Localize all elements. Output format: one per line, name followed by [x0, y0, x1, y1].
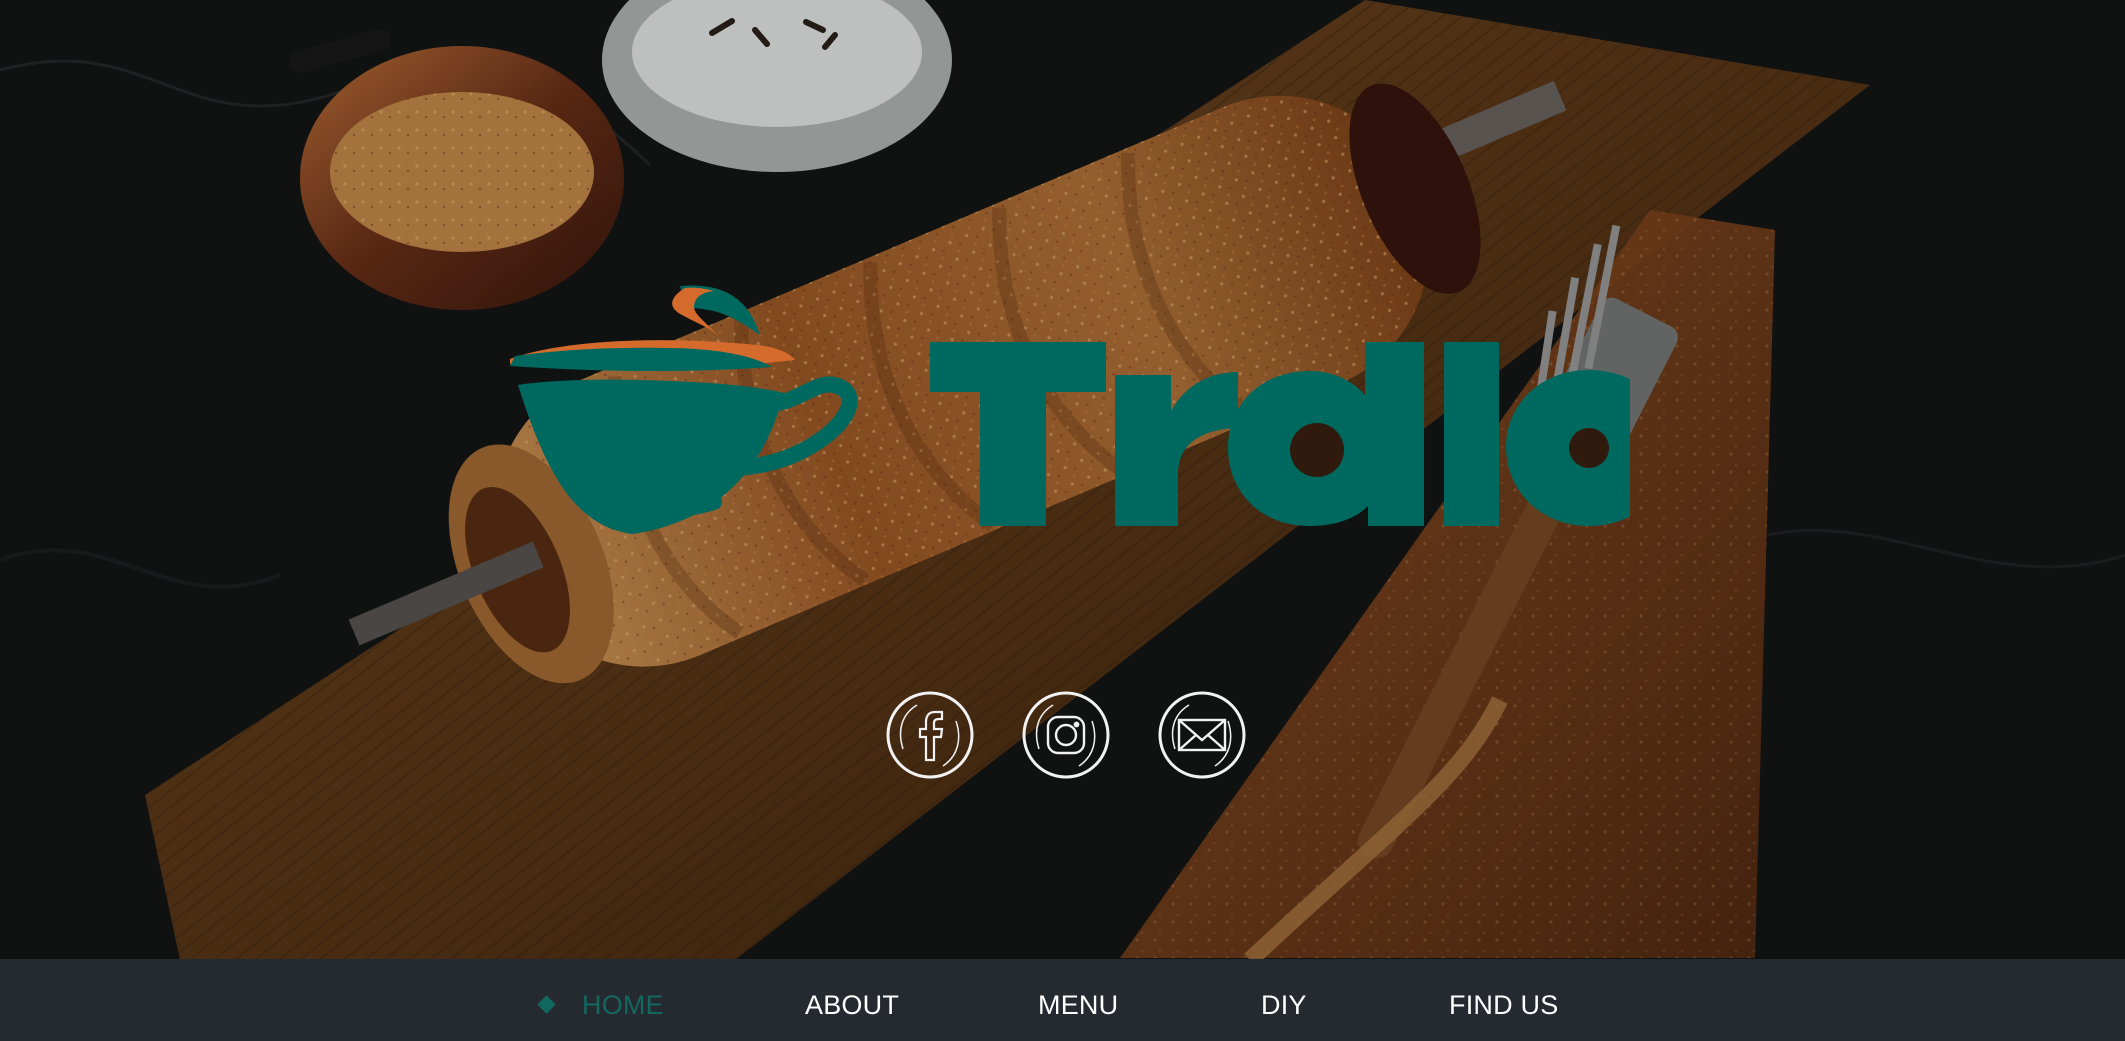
- nav-diy[interactable]: DIY: [1261, 990, 1311, 1020]
- nav-menu[interactable]: MENU: [1038, 990, 1118, 1020]
- nav-home-label: HOME: [582, 990, 664, 1020]
- instagram-icon: [1046, 715, 1086, 755]
- coffee-cup-icon: [510, 285, 858, 534]
- instagram-link[interactable]: [1021, 690, 1111, 780]
- trdlo-wordmark: [930, 342, 1630, 526]
- email-link[interactable]: [1157, 690, 1247, 780]
- active-diamond-icon: [537, 995, 556, 1014]
- nav-about[interactable]: ABOUT: [805, 990, 915, 1020]
- nav-find-us[interactable]: FIND US: [1449, 990, 1569, 1020]
- facebook-icon: [918, 710, 944, 762]
- hero-section: [0, 0, 2125, 959]
- facebook-link[interactable]: [885, 690, 975, 780]
- nav-home[interactable]: HOME: [537, 990, 670, 1020]
- email-icon: [1177, 718, 1227, 752]
- main-navigation: HOME ABOUT MENU DIY FIND US: [0, 959, 2125, 1041]
- trdlo-logo[interactable]: [510, 280, 1630, 540]
